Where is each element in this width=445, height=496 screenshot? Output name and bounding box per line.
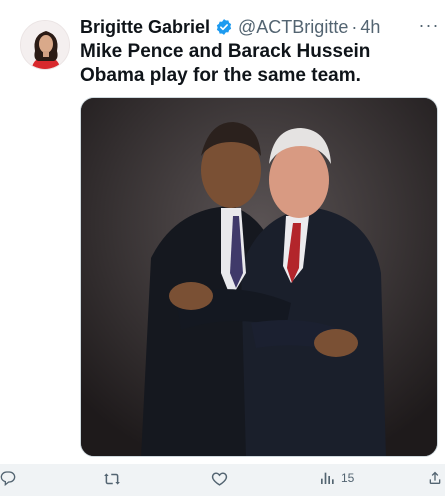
reply-button[interactable] [0, 470, 16, 486]
author-name[interactable]: Brigitte Gabriel [80, 17, 210, 38]
reply-icon [0, 470, 16, 486]
tweet-header: Brigitte Gabriel @ACTBrigitte · 4h [80, 14, 380, 40]
heart-icon [211, 470, 228, 487]
more-options-button[interactable]: ··· [418, 12, 440, 38]
verified-badge-icon [215, 18, 233, 36]
tweet-text: Mike Pence and Barack Hussein Obama play… [80, 41, 371, 86]
views-count: 15 [341, 471, 355, 485]
tweet-actions-bar: 15 [0, 464, 445, 496]
retweet-icon [103, 470, 121, 488]
tweet-timestamp[interactable]: 4h [360, 17, 380, 38]
tweet-image[interactable] [80, 97, 438, 457]
views-bar-chart-icon [319, 470, 335, 486]
tweet-card[interactable]: Brigitte Gabriel @ACTBrigitte · 4h ··· M… [0, 0, 445, 464]
share-button[interactable] [427, 470, 443, 486]
share-icon [427, 470, 443, 486]
separator-dot: · [351, 16, 358, 37]
author-avatar[interactable] [20, 20, 70, 70]
retweet-button[interactable] [103, 470, 121, 488]
like-button[interactable] [211, 470, 228, 487]
views-button[interactable]: 15 [319, 470, 354, 486]
more-icon: ··· [418, 14, 440, 35]
author-handle[interactable]: @ACTBrigitte [238, 17, 348, 38]
